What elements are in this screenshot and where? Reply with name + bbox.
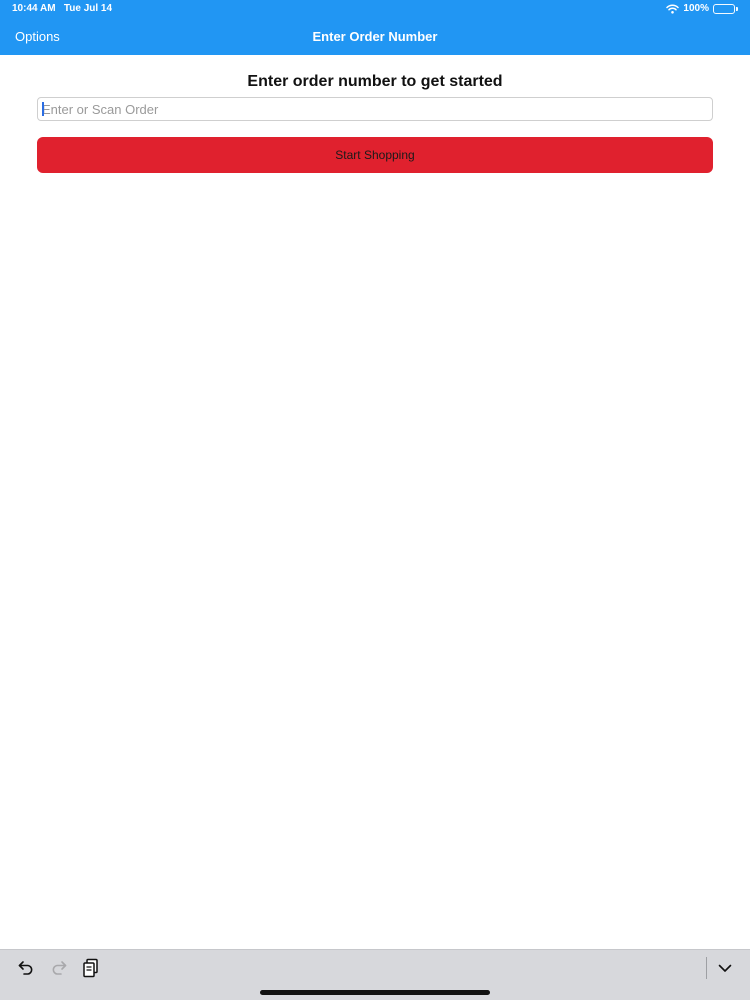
wifi-icon (666, 4, 680, 14)
page-title: Enter Order Number (312, 29, 438, 44)
status-time: 10:44 AM Tue Jul 14 (12, 3, 112, 14)
battery-icon (713, 3, 738, 14)
status-date: Tue Jul 14 (63, 3, 113, 14)
order-prompt: Enter order number to get started (247, 73, 503, 90)
home-indicator (260, 990, 490, 995)
status-indicators: 100% (666, 3, 738, 14)
redo-icon[interactable] (49, 958, 69, 978)
options-button[interactable]: Options (15, 29, 60, 44)
chevron-down-icon[interactable] (715, 958, 735, 978)
undo-icon[interactable] (16, 958, 36, 978)
toolbar-divider (706, 957, 707, 979)
paste-icon[interactable] (81, 958, 101, 978)
order-number-input[interactable] (37, 97, 713, 121)
navigation-bar: 10:44 AM Tue Jul 14 100% Options Enter O… (0, 0, 750, 55)
start-shopping-button[interactable]: Start Shopping (37, 137, 713, 173)
status-clock: 10:44 AM (12, 3, 56, 14)
battery-percent: 100% (683, 3, 709, 14)
